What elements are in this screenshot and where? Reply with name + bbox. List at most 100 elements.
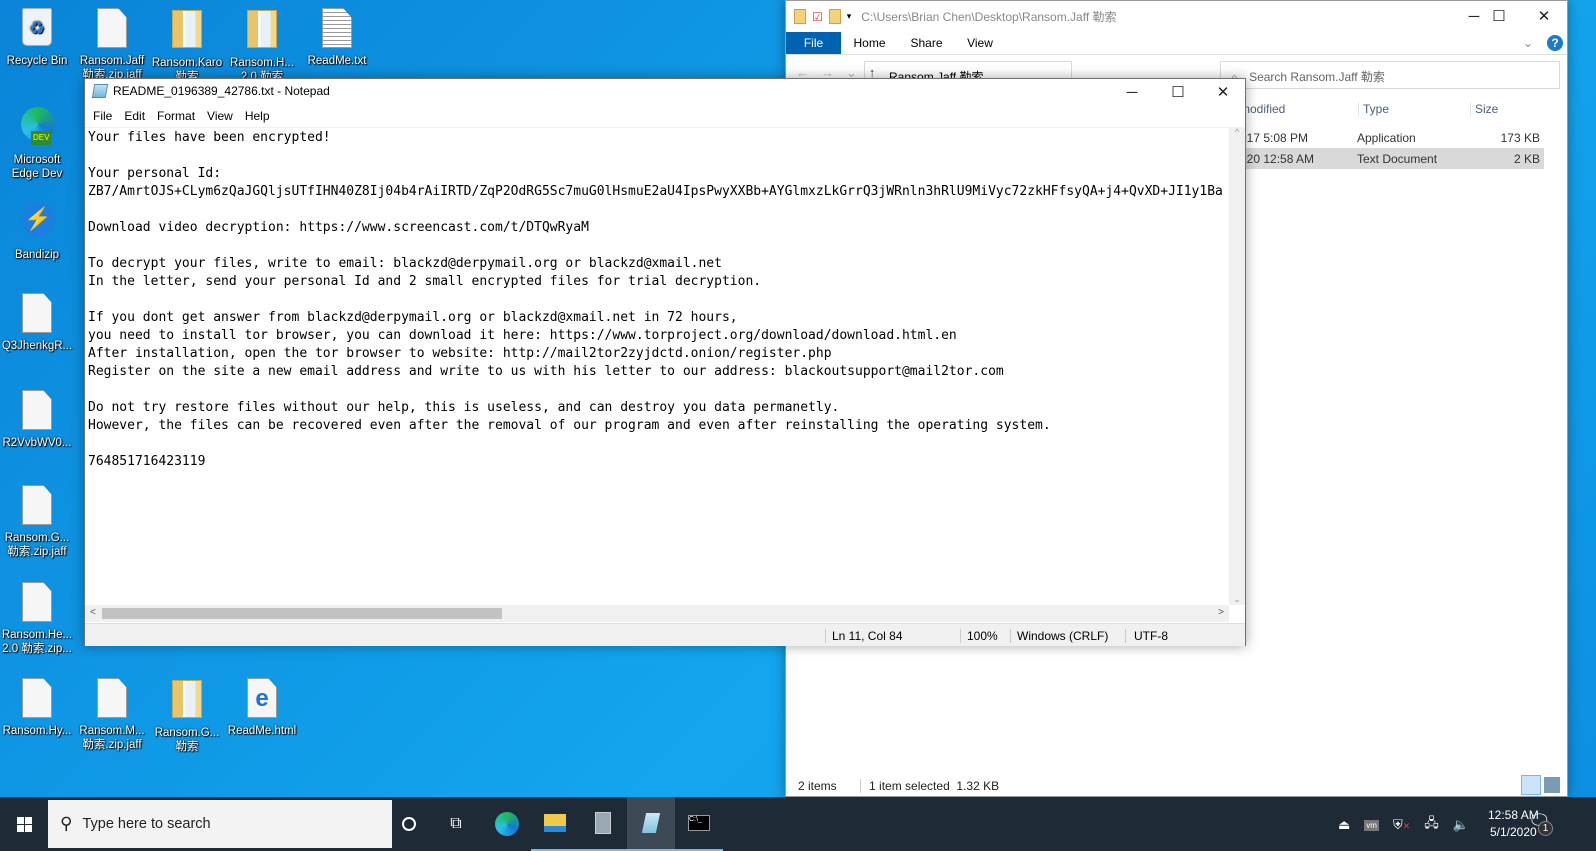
taskbar: ⚲ Type here to search ⧉ C:\_ ⏏ vm ⛨✕ 🖧 🔈… <box>0 797 1596 851</box>
security-warning-icon[interactable]: ⛨✕ <box>1393 817 1410 833</box>
menu-file[interactable]: File <box>87 106 118 126</box>
bandizip-taskbar-icon[interactable] <box>579 797 627 851</box>
desktop-icon-label: Q3JhenkgR... <box>1 340 73 352</box>
desktop-icon[interactable]: Q3JhenkgR... <box>0 293 74 353</box>
notepad-minimize-button[interactable]: ─ <box>1109 79 1155 105</box>
file-type: Application <box>1357 131 1416 145</box>
properties-icon[interactable]: ☑ <box>812 10 823 24</box>
edge-dev-taskbar-icon[interactable] <box>483 797 531 851</box>
desktop-icon[interactable]: e ReadMe.html <box>225 678 299 738</box>
edge-icon: DEV <box>21 107 55 149</box>
desktop-icon[interactable]: Ransom.Hy... <box>0 678 74 738</box>
new-folder-icon[interactable] <box>828 9 841 24</box>
menu-format[interactable]: Format <box>151 106 201 126</box>
text-line: Your files have been encrypted! <box>88 130 331 145</box>
file-size: 2 KB <box>1513 152 1540 166</box>
line-ending: Windows (CRLF) <box>1010 629 1108 643</box>
desktop-icon[interactable]: R2VvbWV0... <box>0 390 74 450</box>
vmware-tools-icon[interactable]: vm <box>1364 819 1379 831</box>
text-line: To decrypt your files, write to email: b… <box>88 256 722 271</box>
desktop-icon[interactable]: DEV Microsoft Edge Dev <box>0 103 74 181</box>
desktop-icon[interactable]: ♻ Recycle Bin <box>0 8 74 68</box>
text-line <box>88 291 1226 309</box>
column-date-modified[interactable]: modified <box>1240 102 1285 116</box>
cursor-position: Ln 11, Col 84 <box>825 629 903 643</box>
menu-edit[interactable]: Edit <box>118 106 151 126</box>
network-icon[interactable]: 🖧 <box>1424 814 1439 836</box>
horizontal-scrollbar-thumb[interactable] <box>102 608 502 619</box>
column-type[interactable]: Type <box>1358 102 1389 116</box>
desktop-icon-label: Ransom.He... 2.0 勒索.zip... <box>1 629 73 655</box>
text-line: ZB7/AmrtOJS+CLym6zQaJGQljsUTfIHN40Z8Ij04… <box>88 184 1223 199</box>
text-line: Register on the site a new email address… <box>88 364 1004 379</box>
notepad-taskbar-icon[interactable] <box>627 797 675 851</box>
task-view-button[interactable]: ⧉ <box>432 797 480 851</box>
expand-ribbon-icon[interactable]: ⌄ <box>1523 32 1543 54</box>
text-line <box>88 237 1226 255</box>
desktop-icon[interactable]: ReadMe.txt <box>300 8 374 68</box>
tab-home[interactable]: Home <box>841 32 898 54</box>
tab-file[interactable]: File <box>786 32 841 54</box>
close-button[interactable]: ✕ <box>1521 1 1567 31</box>
notepad-text-area[interactable]: Your files have been encrypted! Your pers… <box>85 127 1229 605</box>
help-icon[interactable]: ? <box>1547 35 1563 51</box>
text-line <box>88 381 1226 399</box>
desktop-icon[interactable]: Ransom.Karo 勒索 <box>150 8 224 84</box>
file-date-modified: 017 5:08 PM <box>1240 131 1309 145</box>
html-icon: e <box>246 678 278 720</box>
menu-help[interactable]: Help <box>239 106 276 126</box>
folder-icon <box>171 10 203 52</box>
file-explorer-taskbar-icon[interactable] <box>531 797 579 851</box>
recycle-icon: ♻ <box>21 8 53 50</box>
details-view-button[interactable] <box>1521 775 1541 795</box>
desktop-icon-label: Microsoft Edge Dev <box>11 154 63 180</box>
desktop-icon[interactable]: Ransom.Jaff 勒索.zip.jaff <box>75 8 149 82</box>
usb-eject-icon[interactable]: ⏏ <box>1338 817 1350 833</box>
bandizip-icon: ⚡ <box>21 202 55 244</box>
text-line: In the letter, send your personal Id and… <box>88 274 762 289</box>
notepad-window: README_0196389_42786.txt - Notepad ─ ☐ ✕… <box>84 78 1246 646</box>
desktop-icon-label: Recycle Bin <box>6 55 68 67</box>
file-icon <box>96 678 128 720</box>
desktop-icon[interactable]: Ransom.M... 勒索.zip.jaff <box>75 678 149 752</box>
file-icon <box>21 390 53 432</box>
taskbar-search-box[interactable]: ⚲ Type here to search <box>48 800 392 848</box>
desktop-icon-label: ReadMe.txt <box>307 55 367 67</box>
volume-icon[interactable]: 🔈 <box>1453 817 1469 833</box>
horizontal-scrollbar[interactable]: < > <box>85 605 1229 622</box>
cmd-taskbar-icon[interactable]: C:\_ <box>675 797 723 851</box>
desktop-icon[interactable]: ⚡ Bandizip <box>0 198 74 262</box>
menu-view[interactable]: View <box>201 106 239 126</box>
selection-info: 1 item selected 1.32 KB <box>860 779 1000 793</box>
quick-access-dropdown-icon[interactable]: ▾ <box>847 11 852 22</box>
text-line: Download video decryption: https://www.s… <box>88 220 589 235</box>
file-row[interactable]: 017 5:08 PM Application 173 KB <box>1236 127 1544 148</box>
action-center-button[interactable]: 🗨 1 <box>1528 811 1553 836</box>
tab-view[interactable]: View <box>955 32 1005 54</box>
vertical-scrollbar[interactable]: ^ ⌄ <box>1229 127 1245 605</box>
column-size[interactable]: Size <box>1470 102 1498 116</box>
text-line: you need to install tor browser, you can… <box>88 328 957 343</box>
desktop-icon[interactable]: Ransom.G... 勒索 <box>150 678 224 754</box>
text-line <box>88 147 1226 165</box>
desktop-icon[interactable]: Ransom.He... 2.0 勒索.zip... <box>0 582 74 656</box>
large-icons-view-button[interactable] <box>1544 777 1560 793</box>
desktop-icon-label: Ransom.G... 勒索 <box>154 727 220 753</box>
start-button[interactable] <box>0 797 48 851</box>
search-box[interactable]: ⌕ Search Ransom.Jaff 勒索 <box>1220 61 1560 89</box>
text-line: However, the files can be recovered even… <box>88 418 1051 433</box>
tab-share[interactable]: Share <box>898 32 955 54</box>
notepad-maximize-button[interactable]: ☐ <box>1155 79 1201 105</box>
desktop-icon[interactable]: Ransom.G... 勒索.zip.jaff <box>0 485 74 559</box>
file-size: 173 KB <box>1500 131 1540 145</box>
zoom-level: 100% <box>960 629 998 643</box>
maximize-button[interactable]: ☐ <box>1476 1 1522 31</box>
desktop-icon-label: Ransom.Hy... <box>2 725 72 737</box>
notepad-close-button[interactable]: ✕ <box>1200 79 1246 105</box>
file-row[interactable]: 020 12:58 AM Text Document 2 KB <box>1236 148 1544 169</box>
folder-icon <box>171 680 203 722</box>
cortana-button[interactable] <box>385 797 433 851</box>
desktop-icon[interactable]: Ransom.H... 2.0 勒索 <box>225 8 299 84</box>
text-line <box>88 435 1226 453</box>
text-line <box>88 201 1226 219</box>
